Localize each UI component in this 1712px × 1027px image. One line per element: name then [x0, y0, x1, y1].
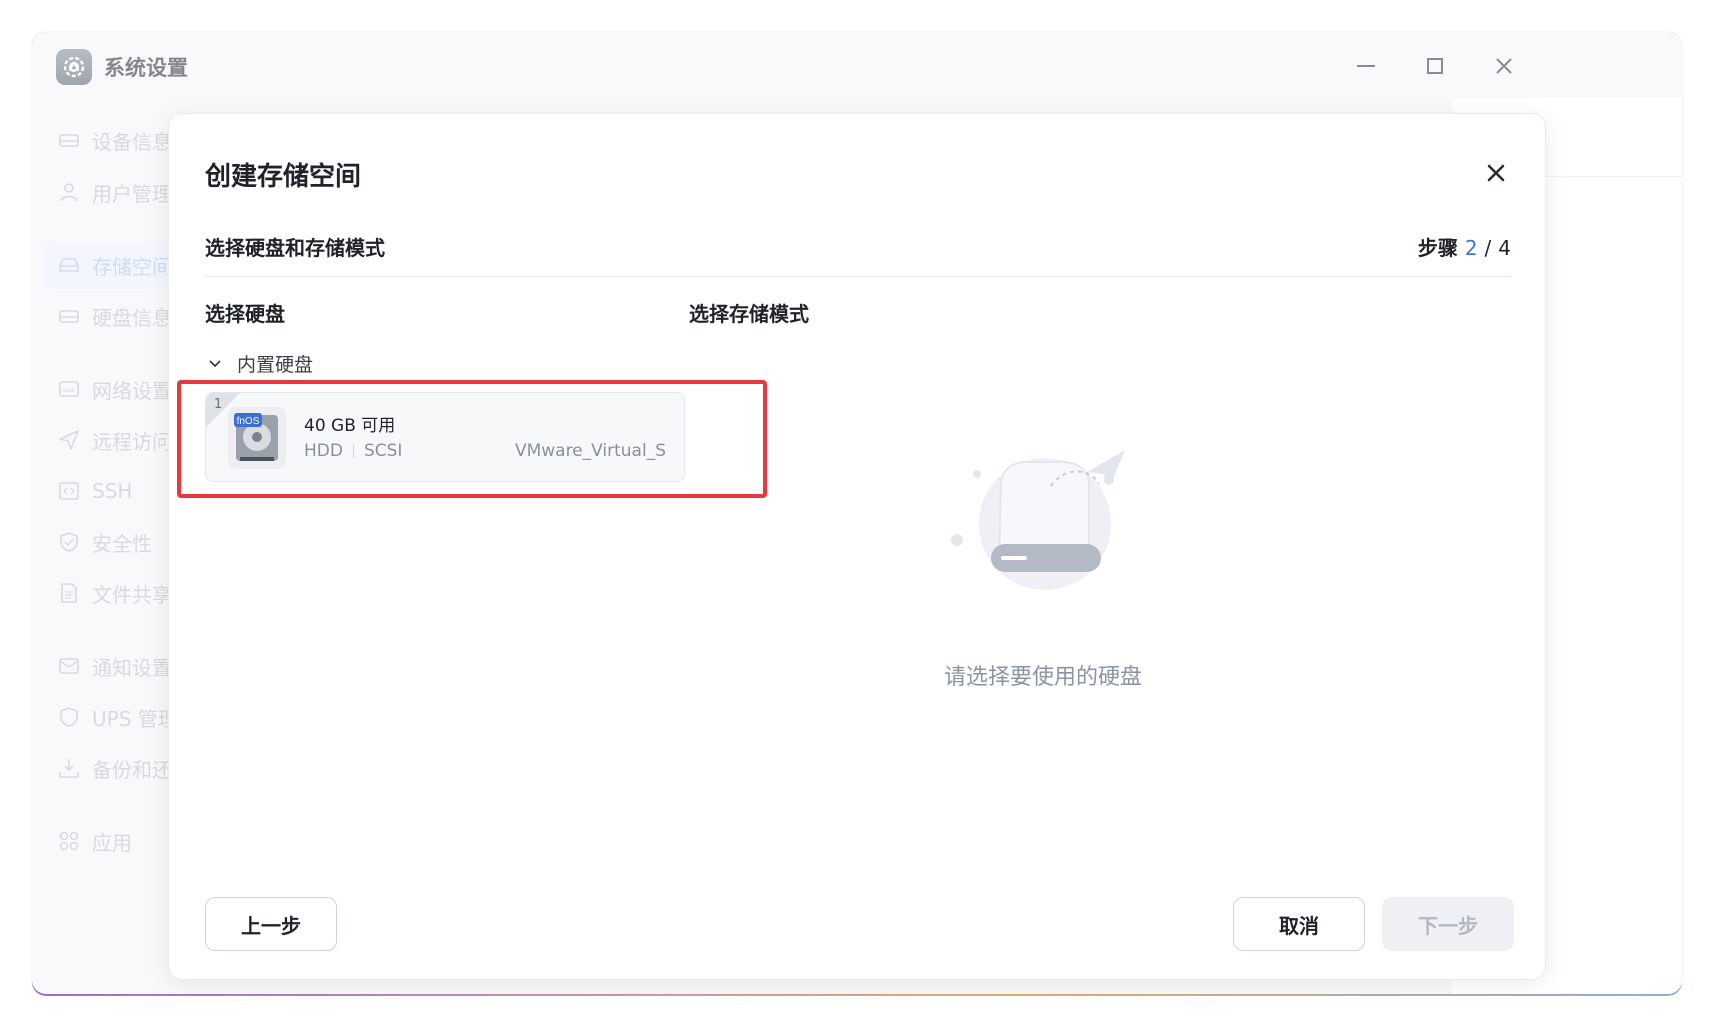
next-step-button[interactable]: 下一步: [1382, 897, 1514, 951]
group-label: 内置硬盘: [237, 354, 314, 376]
empty-disk-illustration-icon: [951, 450, 1125, 590]
chevron-down-icon: [209, 359, 221, 367]
steps-label: 步骤: [1417, 236, 1458, 260]
empty-state-text: 请选择要使用的硬盘: [943, 665, 1142, 690]
cancel-button[interactable]: 取消: [1233, 897, 1365, 951]
mode-column-title: 选择存储模式: [689, 302, 809, 326]
disk-model: VMware_Virtual_S: [514, 441, 666, 461]
fnos-badge: fnOS: [237, 416, 260, 427]
step-subtitle: 选择硬盘和存储模式: [205, 236, 385, 260]
dialog-close-button[interactable]: [1481, 158, 1511, 188]
create-storage-dialog: 创建存储空间 选择硬盘和存储模式 步骤 2 / 4 选择硬盘 选择存储模式 内置…: [168, 113, 1546, 980]
meta-separator: [352, 444, 354, 458]
header-divider: [205, 276, 1511, 277]
disk-interface: SCSI: [363, 441, 403, 461]
step-indicator: 步骤 2 / 4: [1418, 232, 1511, 261]
step-separator: /: [1484, 236, 1492, 260]
internal-disk-group-toggle[interactable]: 内置硬盘: [207, 350, 313, 377]
disk-column-title: 选择硬盘: [205, 302, 285, 326]
previous-step-button[interactable]: 上一步: [205, 897, 337, 951]
disk-meta: HDD SCSI: [304, 441, 402, 461]
disk-card[interactable]: 1 fnOS 40 GB 可用 HDD SCSI VMware_Virtual_…: [205, 392, 685, 482]
disk-capacity: 40 GB 可用: [304, 416, 396, 436]
disk-slot-number: 1: [214, 397, 223, 412]
close-icon: [1487, 164, 1505, 182]
disk-type: HDD: [304, 441, 343, 461]
step-current: 2: [1464, 236, 1478, 260]
step-total: 4: [1498, 236, 1511, 260]
hard-drive-icon: fnOS: [228, 407, 286, 469]
dialog-title: 创建存储空间: [205, 162, 362, 192]
